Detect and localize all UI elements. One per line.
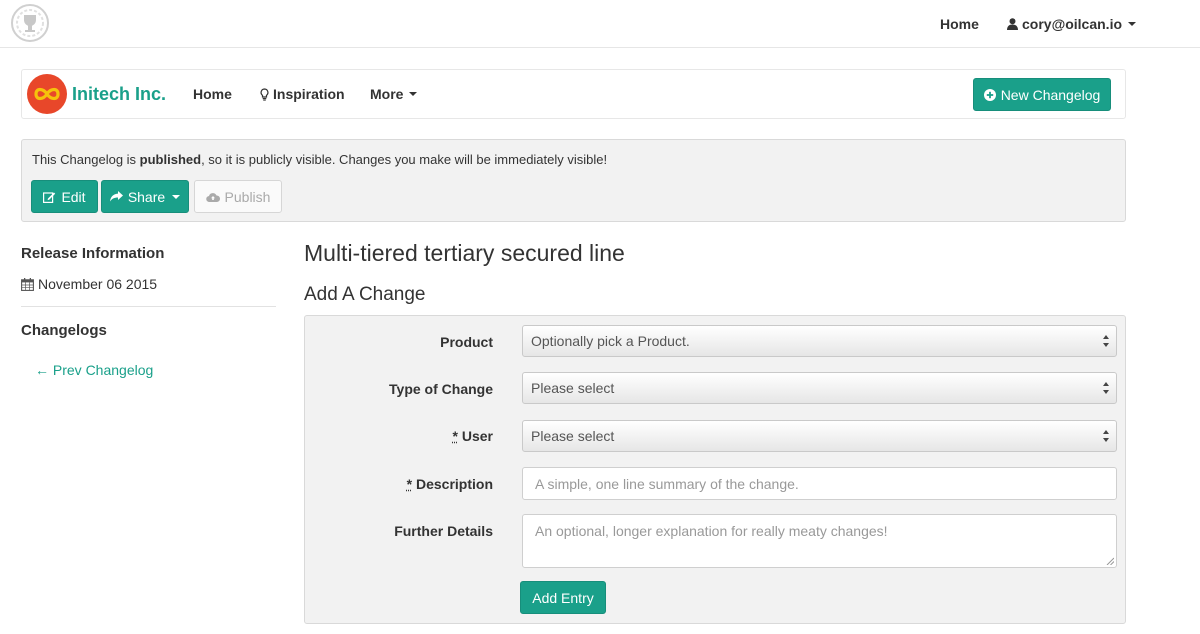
trophy-badge-icon[interactable] [10,3,50,43]
nav-inspiration-label: Inspiration [273,86,345,102]
plus-circle-icon [983,88,996,101]
type-select-value: Please select [531,380,615,396]
description-input[interactable]: A simple, one line summary of the change… [522,467,1117,500]
user-select-value: Please select [531,428,615,444]
product-select-value: Optionally pick a Product. [531,333,690,349]
top-home-link[interactable]: Home [940,16,979,32]
section-title: Add A Change [304,284,426,305]
page-title: Multi-tiered tertiary secured line [304,240,625,266]
user-label-text: User [457,428,493,444]
further-details-placeholder: An optional, longer explanation for real… [535,523,888,539]
edit-icon [43,191,56,203]
new-changelog-button[interactable]: New Changelog [973,78,1111,111]
share-label: Share [127,188,166,205]
further-details-textarea[interactable]: An optional, longer explanation for real… [522,514,1117,568]
release-date-text: November 06 2015 [38,276,158,292]
caret-down-icon [1128,22,1137,26]
caret-down-icon [172,194,181,199]
lightbulb-icon [260,87,269,101]
description-placeholder: A simple, one line summary of the change… [535,475,799,492]
publish-button[interactable]: Publish [194,180,282,213]
release-date: November 06 2015 [21,276,157,292]
add-change-form: Product Optionally pick a Product. Type … [304,315,1126,624]
select-arrows-icon [1102,334,1110,348]
main-navbar: Initech Inc. Home Inspiration More New C… [21,69,1126,119]
share-icon [109,191,123,202]
notice-text-start: This Changelog is [32,152,140,167]
published-notice-text: This Changelog is published, so it is pu… [32,152,607,167]
product-select[interactable]: Optionally pick a Product. [522,325,1117,357]
infinity-logo-icon[interactable] [27,74,67,114]
cloud-upload-icon [205,192,220,202]
user-icon [1007,18,1018,30]
product-label: Product [440,334,493,350]
select-arrows-icon [1102,429,1110,443]
notice-text-end: , so it is publicly visible. Changes you… [201,152,608,167]
nav-home[interactable]: Home [193,86,232,102]
brand-name[interactable]: Initech Inc. [72,84,166,105]
description-label: * Description [407,476,493,492]
new-changelog-label: New Changelog [1000,86,1101,103]
prev-changelog-link[interactable]: ← Prev Changelog [35,362,153,378]
description-label-text: Description [412,476,493,492]
edit-button[interactable]: Edit [31,180,98,213]
user-label: * User [453,428,493,444]
changelogs-heading: Changelogs [21,322,107,339]
edit-label: Edit [61,188,86,205]
nav-more[interactable]: More [370,86,418,102]
calendar-icon [21,277,34,291]
release-info-heading: Release Information [21,245,165,262]
share-button[interactable]: Share [101,180,189,213]
select-arrows-icon [1102,381,1110,395]
notice-text-bold: published [139,152,202,167]
nav-home-label: Home [193,86,232,102]
nav-more-label: More [370,86,404,102]
top-bar: Home cory@oilcan.io [0,0,1200,48]
user-menu[interactable]: cory@oilcan.io [1007,16,1137,32]
caret-down-icon [409,92,418,96]
sidebar-divider [21,306,276,307]
type-of-change-select[interactable]: Please select [522,372,1117,404]
publish-label: Publish [224,188,271,205]
add-entry-button[interactable]: Add Entry [520,581,606,614]
user-email: cory@oilcan.io [1022,16,1123,32]
type-of-change-label: Type of Change [389,381,493,397]
resize-grip-icon[interactable] [1106,557,1114,565]
nav-inspiration[interactable]: Inspiration [260,86,345,102]
published-notice-panel: This Changelog is published, so it is pu… [21,139,1126,222]
user-select[interactable]: Please select [522,420,1117,452]
further-details-label: Further Details [394,523,493,539]
